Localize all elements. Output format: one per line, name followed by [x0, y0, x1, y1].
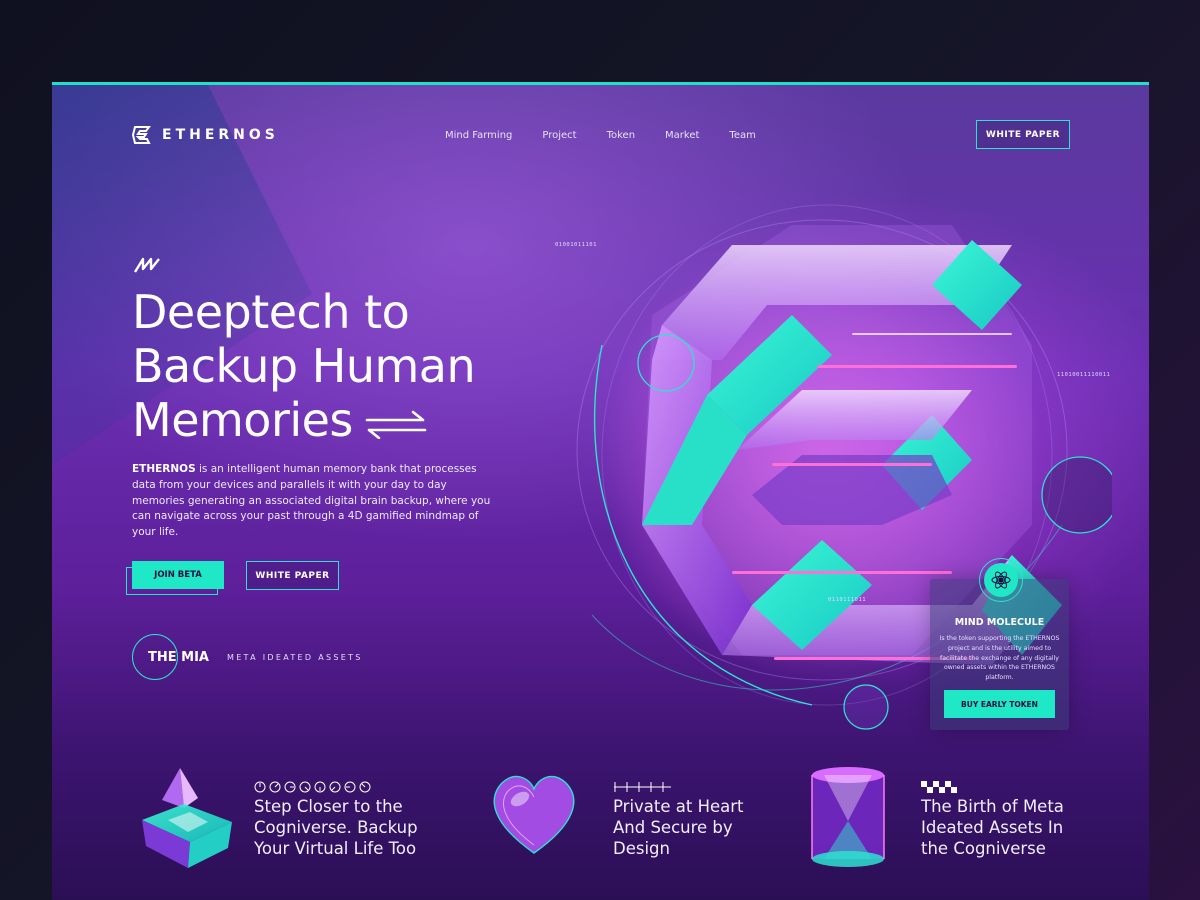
nav-item-market[interactable]: Market	[665, 130, 699, 141]
checker-icon	[921, 778, 957, 797]
binary-label-1: 01001011101	[555, 242, 597, 248]
feature-2-line-3: Design	[613, 839, 670, 858]
hero-desc-brand: ETHERNOS	[132, 463, 196, 475]
token-description: Is the token supporting the ETHERNOS pro…	[939, 635, 1060, 682]
hero-title-line-3-text: Memories	[132, 393, 353, 447]
hero-title-line-1: Deeptech to	[132, 285, 410, 339]
feature-1-line-3: Your Virtual Life Too	[254, 839, 417, 858]
mia-title: THE MIA	[148, 649, 209, 665]
feature-3-line-2: Ideated Assets In	[921, 818, 1064, 837]
ethernos-logo-icon	[132, 126, 151, 144]
pyramid-icon	[142, 768, 232, 868]
heart-icon	[493, 775, 575, 854]
landing-page: ETHERNOS Mind Farming Project Token Mark…	[52, 82, 1149, 900]
feature-2-title: Private at Heart And Secure by Design	[613, 796, 744, 859]
token-title: MIND MOLECULE	[954, 617, 1045, 628]
nav-item-project[interactable]: Project	[542, 130, 576, 141]
feature-3-line-1: The Birth of Meta	[921, 797, 1064, 816]
mia-section[interactable]: THE MIA META IDEATED ASSETS	[132, 634, 363, 680]
brand-logo[interactable]: ETHERNOS	[132, 125, 279, 145]
time-glyphs-icon	[254, 778, 374, 797]
nav-item-team[interactable]: Team	[729, 130, 755, 141]
hero-title-line-3: Memories	[132, 393, 592, 447]
hero-title-line-2: Backup Human	[132, 339, 476, 393]
token-badge	[979, 558, 1023, 602]
mia-subtitle: META IDEATED ASSETS	[227, 652, 363, 662]
ruler-icon	[613, 778, 673, 797]
nav-item-mind-farming[interactable]: Mind Farming	[445, 130, 512, 141]
cylinder-icon	[811, 767, 885, 867]
feature-1-line-2: Cogniverse. Backup	[254, 818, 418, 837]
swap-arrows-icon	[365, 410, 427, 439]
white-paper-hero-button[interactable]: WHITE PAPER	[246, 561, 339, 590]
feature-1-line-1: Step Closer to the	[254, 797, 403, 816]
zigzag-icon	[134, 257, 160, 273]
binary-label-3: 0110111011	[828, 597, 867, 603]
binary-label-2: 11010011110011	[1057, 372, 1111, 378]
hero-title: Deeptech to Backup Human Memories	[132, 285, 592, 447]
buy-early-token-button[interactable]: BUY EARLY TOKEN	[944, 690, 1055, 718]
feature-2-line-1: Private at Heart	[613, 797, 744, 816]
hero-description: ETHERNOS is an intelligent human memory …	[132, 462, 492, 541]
join-beta-button[interactable]: JOIN BETA	[132, 561, 224, 589]
white-paper-nav-button[interactable]: WHITE PAPER	[976, 120, 1070, 149]
atom-icon	[984, 563, 1018, 597]
feature-2-line-2: And Secure by	[613, 818, 733, 837]
main-nav: Mind Farming Project Token Market Team	[445, 130, 786, 141]
nav-item-token[interactable]: Token	[607, 130, 635, 141]
feature-1-title: Step Closer to the Cogniverse. Backup Yo…	[254, 796, 418, 859]
feature-3-title: The Birth of Meta Ideated Assets In the …	[921, 796, 1064, 859]
brand-name: ETHERNOS	[162, 127, 279, 143]
feature-3-line-3: the Cogniverse	[921, 839, 1046, 858]
